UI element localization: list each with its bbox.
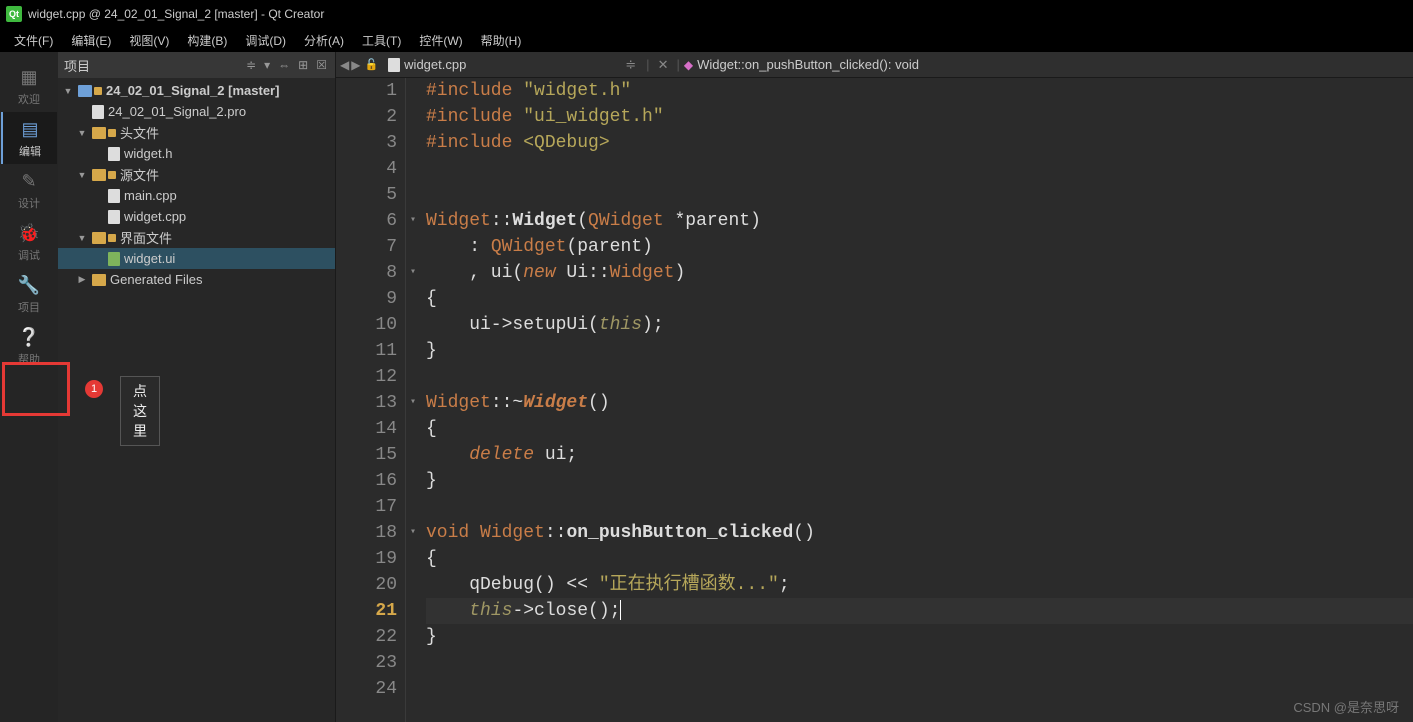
annotation-highlight (2, 362, 70, 416)
menu-debug[interactable]: 调试(D) (237, 30, 294, 51)
tree-root-label: 24_02_01_Signal_2 [master] (106, 83, 279, 98)
chevron-icon[interactable]: ≑ (625, 57, 636, 73)
mode-edit[interactable]: ▤ 编辑 (1, 112, 57, 164)
tree-project-root[interactable]: 24_02_01_Signal_2 [master] (58, 80, 335, 101)
code-content[interactable]: #include "widget.h" #include "ui_widget.… (420, 78, 1413, 722)
grid-icon: ▦ (17, 65, 41, 89)
dropdown-icon[interactable]: ≑ (244, 58, 258, 72)
file-tab-label: widget.cpp (404, 57, 466, 72)
tree-header1-label: widget.h (124, 146, 172, 161)
project-tree: 24_02_01_Signal_2 [master] 24_02_01_Sign… (58, 78, 335, 722)
symbol-selector[interactable]: ◆ Widget::on_pushButton_clicked(): void (684, 57, 919, 72)
menu-widgets[interactable]: 控件(W) (411, 30, 470, 51)
link-icon[interactable]: ⇔ (276, 58, 292, 72)
filter-icon[interactable]: ▾ (262, 58, 272, 72)
qt-logo-icon: Qt (6, 6, 22, 22)
line-numbers: 123456789101112131415161718192021222324 (336, 78, 406, 722)
mode-design[interactable]: ✎ 设计 (1, 164, 57, 216)
tree-forms-folder[interactable]: 界面文件 (58, 227, 335, 248)
watermark: CSDN @是奈思呀 (1293, 697, 1399, 716)
mode-debug-label: 调试 (18, 247, 40, 263)
document-icon: ▤ (18, 117, 42, 141)
mode-welcome-label: 欢迎 (18, 91, 40, 107)
tree-widget-cpp[interactable]: widget.cpp (58, 206, 335, 227)
tree-generated-folder[interactable]: Generated Files (58, 269, 335, 290)
mode-design-label: 设计 (18, 195, 40, 211)
menu-edit[interactable]: 编辑(E) (63, 30, 119, 51)
nav-fwd-icon[interactable]: ▶ (351, 58, 360, 72)
menu-help[interactable]: 帮助(H) (473, 30, 530, 51)
code-editor[interactable]: 123456789101112131415161718192021222324 … (336, 78, 1413, 722)
annotation-badge: 1 (85, 380, 103, 398)
tree-forms-label: 界面文件 (120, 228, 172, 247)
menu-build[interactable]: 构建(B) (179, 30, 235, 51)
split-icon[interactable]: ⊞ (296, 58, 310, 72)
tree-form1-label: widget.ui (124, 251, 175, 266)
tree-headers-label: 头文件 (120, 123, 159, 142)
editor-pane: ◀ ▶ 🔓 widget.cpp ≑ | ✕ | ◆ Widget::on_pu… (336, 52, 1413, 722)
tree-pro-label: 24_02_01_Signal_2.pro (108, 104, 246, 119)
file-icon (388, 58, 400, 72)
tree-pro-file[interactable]: 24_02_01_Signal_2.pro (58, 101, 335, 122)
mode-projects[interactable]: 🔧 项目 (1, 268, 57, 320)
question-icon: ❔ (17, 325, 41, 349)
lock-icon[interactable]: 🔓 (364, 58, 378, 71)
tree-generated-label: Generated Files (110, 272, 203, 287)
menu-file[interactable]: 文件(F) (6, 30, 61, 51)
wrench-icon: 🔧 (17, 273, 41, 297)
close-tab-icon[interactable]: ✕ (654, 57, 673, 73)
window-title: widget.cpp @ 24_02_01_Signal_2 [master] … (28, 7, 324, 21)
menu-tools[interactable]: 工具(T) (354, 30, 409, 51)
tree-widget-ui[interactable]: widget.ui (58, 248, 335, 269)
mode-project-label: 项目 (18, 299, 40, 315)
diamond-icon: ◆ (684, 58, 693, 72)
tree-sources-folder[interactable]: 源文件 (58, 164, 335, 185)
tree-source2-label: widget.cpp (124, 209, 186, 224)
tree-sources-label: 源文件 (120, 165, 159, 184)
menu-bar: 文件(F) 编辑(E) 视图(V) 构建(B) 调试(D) 分析(A) 工具(T… (0, 28, 1413, 52)
tree-widget-h[interactable]: widget.h (58, 143, 335, 164)
close-panel-icon[interactable]: ☒ (314, 58, 329, 72)
mode-selector: ▦ 欢迎 ▤ 编辑 ✎ 设计 🐞 调试 🔧 项目 ❔ 帮助 1 点这里 (0, 52, 58, 722)
sidebar-title: 项目 (64, 56, 90, 75)
bug-icon: 🐞 (17, 221, 41, 245)
tree-headers-folder[interactable]: 头文件 (58, 122, 335, 143)
pencil-icon: ✎ (17, 169, 41, 193)
fold-column[interactable]: ▾▾▾▾ (406, 78, 420, 722)
tree-source1-label: main.cpp (124, 188, 177, 203)
mode-debug[interactable]: 🐞 调试 (1, 216, 57, 268)
mode-welcome[interactable]: ▦ 欢迎 (1, 60, 57, 112)
tree-main-cpp[interactable]: main.cpp (58, 185, 335, 206)
nav-back-icon[interactable]: ◀ (340, 58, 349, 72)
menu-analyze[interactable]: 分析(A) (296, 30, 352, 51)
menu-view[interactable]: 视图(V) (121, 30, 177, 51)
annotation-callout: 点这里 (120, 376, 160, 446)
file-tab[interactable]: widget.cpp ≑ (382, 57, 642, 73)
mode-edit-label: 编辑 (19, 143, 41, 159)
symbol-label: Widget::on_pushButton_clicked(): void (697, 57, 919, 72)
